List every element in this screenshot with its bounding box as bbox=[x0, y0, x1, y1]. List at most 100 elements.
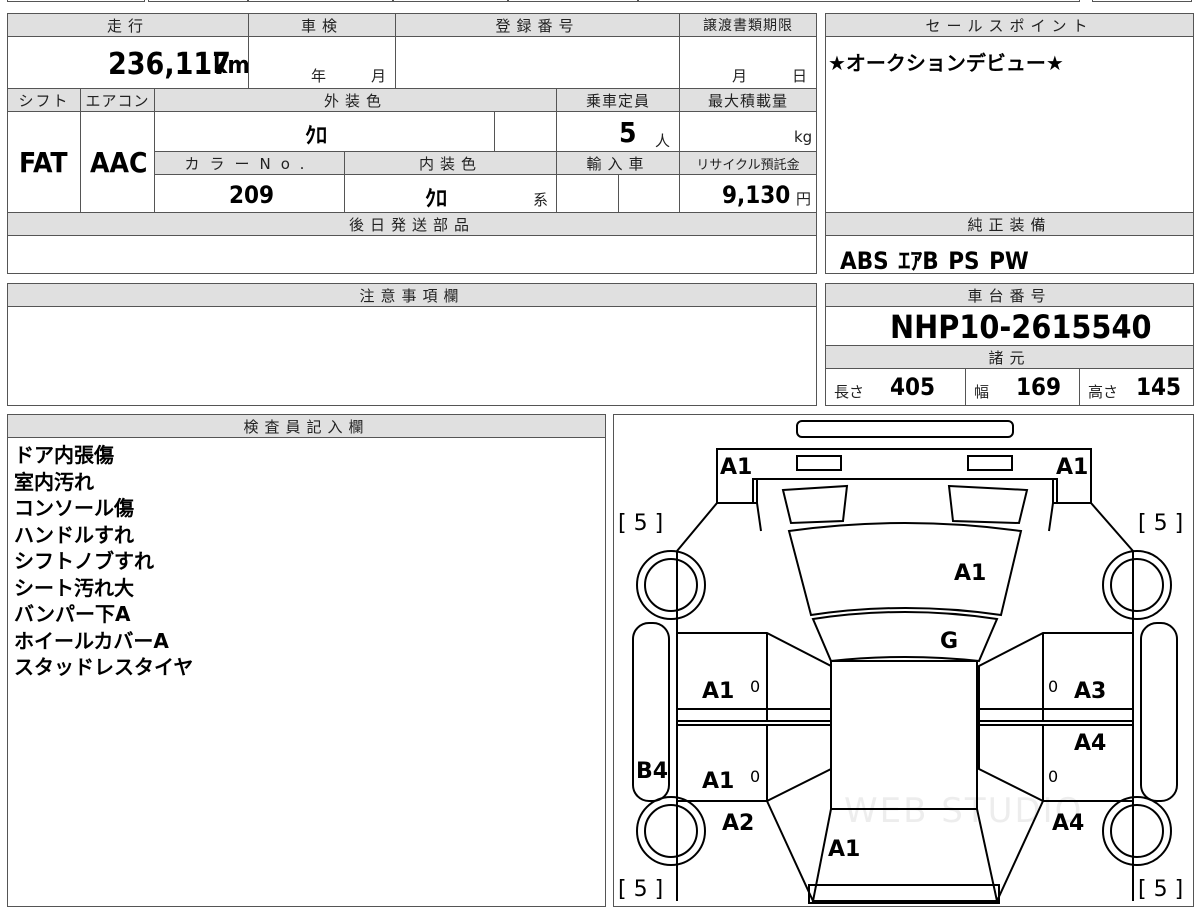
mileage-unit: km bbox=[213, 51, 250, 79]
transfer-day-unit: 日 bbox=[792, 67, 808, 85]
note-item: シフトノブすれ bbox=[14, 549, 154, 573]
exterior-color-cell: ｸﾛ bbox=[154, 111, 495, 152]
note-item: ハンドルすれ bbox=[14, 522, 134, 547]
car-diagram: A1 A1 [ 5 ] [ 5 ] A1 G A1 0 0 A3 A4 B4 A… bbox=[613, 414, 1194, 907]
mark-rear-right: 0 bbox=[1048, 767, 1059, 786]
capacity-unit: 人 bbox=[655, 132, 671, 150]
specs-width-label: 幅 bbox=[974, 383, 990, 401]
aircon-value: AAC bbox=[90, 146, 148, 179]
recycle-unit: 円 bbox=[796, 190, 812, 208]
grade-quarter-left: A2 bbox=[722, 811, 755, 836]
top-cell bbox=[248, 0, 393, 2]
note-item: ドア内張傷 bbox=[14, 443, 114, 467]
shaken-cell: 年 月 bbox=[248, 36, 396, 89]
top-cell bbox=[1092, 0, 1192, 2]
genuine-equipment-label: 純正装備 bbox=[825, 212, 1194, 236]
import-cell-2 bbox=[618, 174, 680, 213]
exterior-color-value: ｸﾛ bbox=[305, 124, 328, 149]
shift-value: FAT bbox=[19, 146, 68, 179]
max-load-cell: kg bbox=[679, 111, 817, 152]
specs-label: 諸元 bbox=[825, 345, 1194, 369]
shift-label: シフト bbox=[7, 88, 81, 112]
inspector-notes: ドア内張傷 室内汚れ コンソール傷 ハンドルすれ シフトノブすれ シート汚れ大 … bbox=[7, 437, 606, 907]
exterior-color-label: 外装色 bbox=[154, 88, 557, 112]
capacity-label: 乗車定員 bbox=[556, 88, 680, 112]
mark-rear-left: 0 bbox=[750, 767, 761, 786]
sales-point-label: セールスポイント bbox=[825, 13, 1194, 37]
aircon-cell: AAC bbox=[80, 111, 155, 213]
recycle-cell: 9,130 円 bbox=[679, 174, 817, 213]
registration-label: 登録番号 bbox=[395, 13, 680, 37]
grade-sill-left: B4 bbox=[636, 759, 669, 784]
shift-cell: FAT bbox=[7, 111, 81, 213]
chassis-cell: NHP10-2615540 bbox=[825, 306, 1194, 346]
recycle-value: 9,130 bbox=[722, 181, 791, 209]
sales-point-cell: ★オークションデビュー★ bbox=[825, 36, 1194, 213]
genuine-equipment-cell: ABS ｴｱB PS PW bbox=[825, 235, 1194, 275]
interior-color-cell: ｸﾛ 系 bbox=[344, 174, 557, 213]
sales-point-text: ★オークションデビュー★ bbox=[828, 51, 1064, 75]
grade-rear-door-right: A4 bbox=[1074, 731, 1107, 756]
capacity-cell: 5 人 bbox=[556, 111, 680, 152]
grade-front-right: A1 bbox=[1056, 455, 1089, 480]
max-load-label: 最大積載量 bbox=[679, 88, 817, 112]
grade-rear-door-left: A1 bbox=[702, 769, 735, 794]
transfer-deadline-label: 譲渡書類期限 bbox=[679, 13, 817, 37]
note-item: 室内汚れ bbox=[14, 469, 94, 494]
transfer-month-unit: 月 bbox=[732, 67, 748, 85]
genuine-equipment-value: ABS ｴｱB PS PW bbox=[840, 247, 1029, 275]
inspector-label: 検査員記入欄 bbox=[7, 414, 606, 438]
watermark: WEB STUDIO bbox=[844, 791, 1084, 831]
shaken-year-unit: 年 bbox=[311, 67, 327, 85]
color-no-cell: 209 bbox=[154, 174, 345, 213]
later-parts-cell bbox=[7, 235, 817, 274]
specs-height-label: 高さ bbox=[1088, 383, 1119, 401]
top-cell bbox=[508, 0, 638, 2]
interior-color-unit: 系 bbox=[533, 191, 549, 209]
grade-rear: A1 bbox=[828, 837, 861, 862]
specs-length-label: 長さ bbox=[834, 383, 865, 401]
tire-rear-right: [ 5 ] bbox=[1138, 877, 1184, 902]
mark-front-right: 0 bbox=[1048, 677, 1059, 696]
shaken-label: 車検 bbox=[248, 13, 396, 37]
capacity-value: 5 bbox=[619, 116, 637, 149]
interior-color-label: 内装色 bbox=[344, 151, 557, 175]
later-parts-label: 後日発送部品 bbox=[7, 212, 817, 236]
import-label: 輸入車 bbox=[556, 151, 680, 175]
mark-front-left: 0 bbox=[750, 677, 761, 696]
grade-front-left: A1 bbox=[720, 455, 753, 480]
max-load-unit: kg bbox=[794, 128, 813, 146]
transfer-deadline-cell: 月 日 bbox=[679, 36, 817, 89]
caution-label: 注意事項欄 bbox=[7, 283, 817, 307]
exterior-color-sub-cell bbox=[494, 111, 557, 152]
chassis-label: 車台番号 bbox=[825, 283, 1194, 307]
note-item: コンソール傷 bbox=[14, 496, 134, 520]
interior-color-value: ｸﾛ bbox=[425, 187, 448, 212]
car-outline-svg bbox=[632, 420, 1178, 904]
top-cell bbox=[148, 0, 248, 2]
specs-height-cell: 高さ 145 bbox=[1079, 368, 1194, 406]
specs-width-value: 169 bbox=[1016, 373, 1062, 401]
grade-front-door-right: A3 bbox=[1074, 679, 1107, 704]
shaken-month-unit: 月 bbox=[371, 67, 387, 85]
specs-length-value: 405 bbox=[890, 373, 936, 401]
specs-height-value: 145 bbox=[1136, 373, 1182, 401]
tire-front-right: [ 5 ] bbox=[1138, 511, 1184, 536]
note-item: シート汚れ大 bbox=[14, 575, 134, 600]
tire-front-left: [ 5 ] bbox=[618, 511, 664, 536]
mileage-label: 走行 bbox=[7, 13, 249, 37]
top-cell bbox=[638, 0, 1080, 2]
caution-cell bbox=[7, 306, 817, 406]
color-no-label: カラーNo. bbox=[154, 151, 345, 175]
grade-front-door-left: A1 bbox=[702, 679, 735, 704]
tire-rear-left: [ 5 ] bbox=[618, 877, 664, 902]
note-item: ホイールカバーA bbox=[14, 628, 169, 653]
mileage-cell: 236,117 km bbox=[7, 36, 250, 89]
registration-cell bbox=[395, 36, 680, 89]
grade-hood: A1 bbox=[954, 561, 987, 586]
specs-length-cell: 長さ 405 bbox=[825, 368, 966, 406]
aircon-label: エアコン bbox=[80, 88, 155, 112]
recycle-label: リサイクル預託金 bbox=[679, 151, 817, 175]
top-cell bbox=[393, 0, 508, 2]
note-item: バンパー下A bbox=[14, 602, 131, 626]
